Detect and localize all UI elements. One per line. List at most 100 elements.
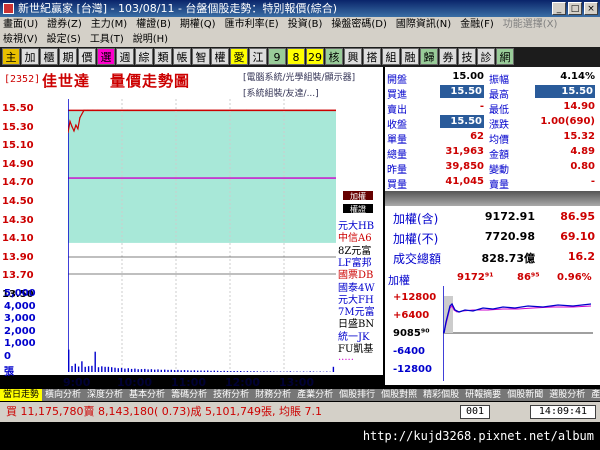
volume-bar xyxy=(273,371,275,372)
broker-header-tag[interactable]: 加權 xyxy=(342,190,374,201)
toolbar-button[interactable]: 組 xyxy=(382,48,400,65)
analysis-tab[interactable]: 研報摘要 xyxy=(462,389,504,401)
price-volume-plot xyxy=(68,99,336,372)
broker-header-tag[interactable]: 權證 xyxy=(342,203,374,214)
quote-label: 漲跌 xyxy=(489,120,509,131)
volume-bar xyxy=(94,351,96,372)
menu-item[interactable]: 功能選擇(X) xyxy=(503,17,558,32)
menu-item[interactable]: 期權(Q) xyxy=(180,17,216,32)
menu-item[interactable]: 工具(T) xyxy=(90,32,124,47)
toolbar-button[interactable]: 類 xyxy=(154,48,172,65)
toolbar-button[interactable]: 搭 xyxy=(363,48,381,65)
toolbar-button[interactable]: 診 xyxy=(477,48,495,65)
index-value: 9172.91 xyxy=(484,210,535,223)
toolbar-button[interactable]: 券 xyxy=(439,48,457,65)
analysis-tab[interactable]: 基本分析 xyxy=(126,389,168,401)
toolbar-button[interactable]: 融 xyxy=(401,48,419,65)
menu-item[interactable]: 投資(B) xyxy=(288,17,323,32)
toolbar-button[interactable]: 8 xyxy=(287,48,305,65)
toolbar-button[interactable]: 9 xyxy=(268,48,286,65)
menu-item[interactable]: 主力(M) xyxy=(91,17,127,32)
quote-value: - xyxy=(590,176,595,187)
index-axis-label: 9085⁹⁰ xyxy=(393,328,430,339)
title-bar: 新世紀贏家 [台灣] - 103/08/11 - 台盤個股走勢：特別報價(綜合) xyxy=(0,0,600,17)
toolbar-button[interactable]: 核 xyxy=(325,48,343,65)
status-bar: 買 11,175,780賣 8,143,180( 0.73)成 5,101,74… xyxy=(0,402,600,422)
volume-bar xyxy=(144,368,146,372)
analysis-tab[interactable]: 個股排行 xyxy=(336,389,378,401)
analysis-tab[interactable]: 技術分析 xyxy=(210,389,252,401)
toolbar-button[interactable]: 技 xyxy=(458,48,476,65)
toolbar-button[interactable]: 歸 xyxy=(420,48,438,65)
price-tick-label: 13.70 xyxy=(2,270,34,282)
analysis-tab[interactable]: 籌碼分析 xyxy=(168,389,210,401)
analysis-tab[interactable]: 精彩個股 xyxy=(420,389,462,401)
toolbar-button[interactable]: 期 xyxy=(59,48,77,65)
volume-bar xyxy=(197,370,199,372)
analysis-tab[interactable]: 當日走勢 xyxy=(0,389,43,401)
time-tick-label: 9:00 xyxy=(63,376,91,389)
toolbar-button[interactable]: 江 xyxy=(249,48,267,65)
menu-item[interactable]: 權證(B) xyxy=(136,17,171,32)
volume-bar xyxy=(187,370,189,372)
analysis-tab[interactable]: 產業分析 xyxy=(588,389,600,401)
toolbar-button[interactable]: 權 xyxy=(211,48,229,65)
volume-bar xyxy=(200,370,202,372)
toolbar-button[interactable]: 週 xyxy=(116,48,134,65)
toolbar-button[interactable]: 愛 xyxy=(230,48,248,65)
menu-item[interactable]: 操盤密碼(D) xyxy=(331,17,387,32)
time-tick-label: 12:00 xyxy=(225,376,261,389)
close-icon[interactable]: × xyxy=(584,2,598,15)
toolbar-button[interactable]: 興 xyxy=(344,48,362,65)
minimize-icon[interactable]: _ xyxy=(552,2,566,15)
price-point xyxy=(126,109,129,111)
quote-label: 買量 xyxy=(387,180,407,191)
analysis-tab[interactable]: 產業分析 xyxy=(294,389,336,401)
quote-value: 15.00 xyxy=(452,71,484,82)
menu-item[interactable]: 匯市利率(E) xyxy=(225,17,279,32)
menu-item[interactable]: 國際資訊(N) xyxy=(396,17,451,32)
maximize-icon[interactable]: □ xyxy=(568,2,582,15)
toolbar-button[interactable]: 主 xyxy=(2,48,20,65)
toolbar-button[interactable]: 網 xyxy=(496,48,514,65)
menu-item[interactable]: 檢視(V) xyxy=(3,32,38,47)
volume-bar xyxy=(259,371,262,372)
toolbar-button[interactable]: 29 xyxy=(306,48,324,65)
volume-bar xyxy=(117,368,119,372)
toolbar-button[interactable]: 帳 xyxy=(173,48,191,65)
analysis-tab[interactable]: 個股新聞 xyxy=(504,389,546,401)
menu-item[interactable]: 畫面(U) xyxy=(3,17,38,32)
toolbar-button[interactable]: 加 xyxy=(21,48,39,65)
price-point xyxy=(246,109,248,111)
price-point xyxy=(87,109,89,111)
menu-bar: 畫面(U) 證券(Z) 主力(M) 權證(B) 期權(Q) 匯市利率(E) 投資(B) 操盤密… xyxy=(0,17,600,47)
index-panel: 加權(含) 9172.91 86.95 加權(不) 7720.98 69.10 成交總額 82… xyxy=(385,206,600,270)
menu-item[interactable]: 金融(F) xyxy=(460,17,494,32)
toolbar-button[interactable]: 櫃 xyxy=(40,48,58,65)
quote-value: 4.89 xyxy=(570,146,595,157)
volume-bar xyxy=(309,371,311,372)
volume-bar xyxy=(256,371,258,372)
analysis-tab[interactable]: 選股分析 xyxy=(546,389,588,401)
price-tick-label: 14.70 xyxy=(2,177,34,189)
analysis-tab[interactable]: 橫向分析 xyxy=(42,389,84,401)
price-tick-label: 15.30 xyxy=(2,121,34,133)
chart-title: 量價走勢圖 xyxy=(110,72,191,90)
analysis-tab[interactable]: 財務分析 xyxy=(252,389,294,401)
menu-item[interactable]: 設定(S) xyxy=(47,32,81,47)
volume-bar xyxy=(167,369,169,372)
volume-bar xyxy=(160,369,162,372)
analysis-tab[interactable]: 深度分析 xyxy=(84,389,126,401)
menu-item[interactable]: 證券(Z) xyxy=(47,17,82,32)
toolbar-button[interactable]: 價 xyxy=(78,48,96,65)
toolbar-button[interactable]: 智 xyxy=(192,48,210,65)
analysis-tab[interactable]: 個股對照 xyxy=(378,389,420,401)
quote-value: 14.90 xyxy=(563,101,595,112)
volume-bar xyxy=(74,363,76,372)
quote-label: 買進 xyxy=(387,90,407,101)
broker-name[interactable]: ..... xyxy=(338,352,382,363)
status-code-field[interactable]: 001 xyxy=(460,405,490,419)
toolbar-button[interactable]: 選 xyxy=(97,48,115,65)
toolbar-button[interactable]: 綜 xyxy=(135,48,153,65)
menu-item[interactable]: 說明(H) xyxy=(133,32,168,47)
